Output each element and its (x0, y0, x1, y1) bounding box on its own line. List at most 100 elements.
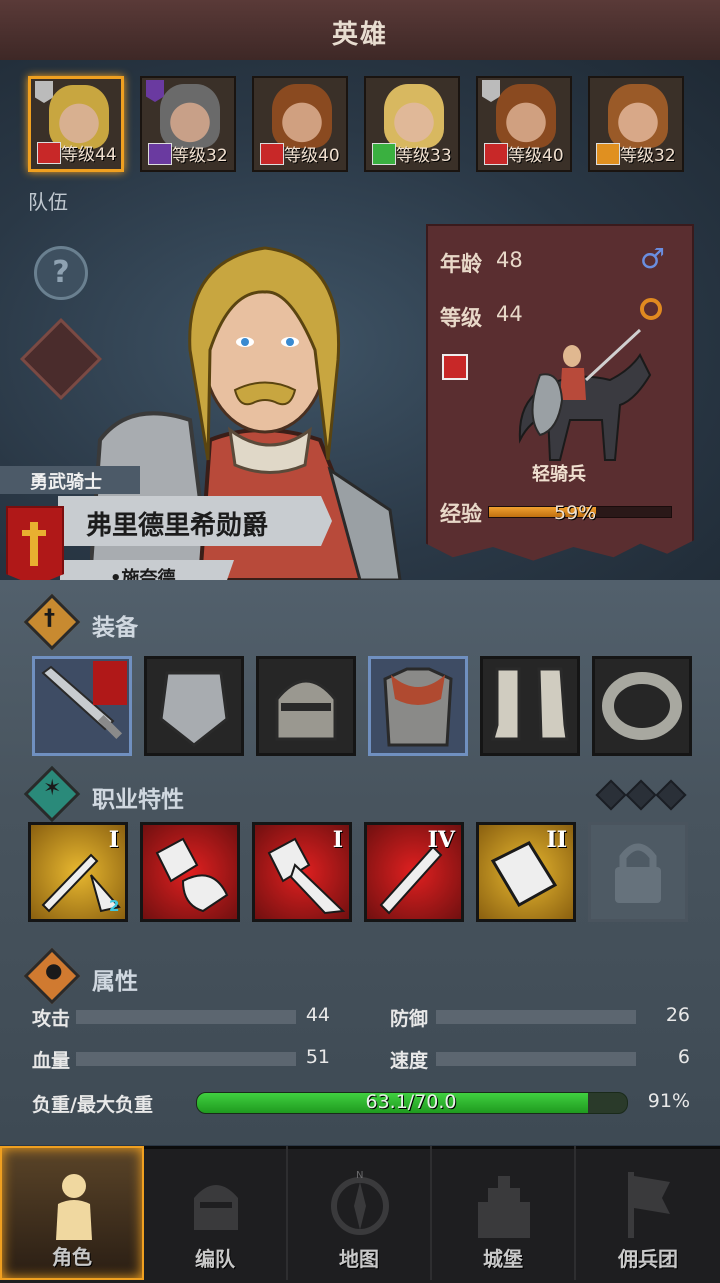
helmet-icon (275, 679, 337, 741)
roster-level: 等级32 (172, 146, 228, 166)
trait-slot-1[interactable]: I 2 (28, 822, 128, 922)
roster-level: 等级32 (620, 146, 676, 166)
nav-label: 角色 (52, 1245, 92, 1269)
trait-slot-3[interactable]: I (252, 822, 352, 922)
roster-hero-3[interactable]: 等级40 (252, 76, 348, 172)
trait-rank: I (332, 827, 343, 853)
weight-percent: 91% (647, 1090, 690, 1112)
trait-rank: IV (427, 827, 455, 853)
nav-label: 编队 (195, 1247, 235, 1271)
class-traits-title: 职业特性 (92, 787, 184, 813)
mage-class-icon (148, 143, 172, 165)
weight-label: 负重/最大负重 (32, 1094, 153, 1116)
equip-slot-armor[interactable] (368, 656, 468, 756)
cross-icon: † (44, 606, 55, 631)
cavalry-class-icon (260, 143, 284, 165)
nav-castle[interactable]: 城堡 (432, 1146, 576, 1280)
speed-bar (436, 1052, 636, 1066)
roster-hero-1[interactable]: 等级44 (28, 76, 124, 172)
cavalry-class-icon (442, 354, 468, 380)
roster-hero-4[interactable]: 等级33 (364, 76, 460, 172)
attack-bar (76, 1010, 296, 1024)
trait-slot-2[interactable] (140, 822, 240, 922)
nav-formation[interactable]: 编队 (144, 1146, 288, 1280)
defense-bar (436, 1010, 636, 1024)
age-value: 48 (496, 248, 523, 272)
roster-hero-6[interactable]: 等级32 (588, 76, 684, 172)
trait-break-icon (155, 837, 229, 913)
screen-title: 英雄 (331, 20, 388, 50)
roster-level: 等级33 (396, 146, 452, 166)
trait-slot-4[interactable]: IV (364, 822, 464, 922)
hp-value: 51 (305, 1046, 330, 1068)
weight-value: 63.1/70.0 (365, 1091, 457, 1113)
ring-icon[interactable] (640, 298, 662, 320)
boots-icon (491, 667, 569, 741)
ring-icon (602, 672, 682, 740)
light-cavalry-unit-image (518, 328, 652, 461)
castle-icon (478, 1176, 530, 1238)
knight-icon (56, 1174, 92, 1240)
help-button[interactable]: ? (34, 246, 88, 300)
hero-face-avatar (272, 84, 332, 148)
hero-face-avatar (608, 84, 668, 148)
nav-map[interactable]: N 地图 (288, 1146, 432, 1280)
speed-value: 6 (677, 1046, 690, 1068)
hero-title: 勇武骑士 (30, 472, 102, 493)
roster-level: 等级40 (284, 146, 340, 166)
unit-type-label: 轻骑兵 (532, 464, 586, 485)
banner-icon (628, 1172, 670, 1238)
roster-level: 等级44 (61, 145, 117, 165)
exp-label: 经验 (440, 502, 482, 526)
trait-slot-locked[interactable] (588, 822, 688, 922)
speed-label: 速度 (390, 1050, 429, 1072)
trait-rank: I (108, 827, 119, 853)
trait-slot-5[interactable]: II (476, 822, 576, 922)
lock-icon (615, 843, 661, 903)
defender-class-icon (596, 143, 620, 165)
ranger-class-icon (372, 143, 396, 165)
exp-percent: 59% (554, 502, 597, 524)
nav-label: 城堡 (483, 1247, 523, 1271)
level-label: 等级 (440, 306, 482, 330)
hero-name: 弗里德里希勋爵 (86, 511, 269, 541)
equip-slot-helmet[interactable] (256, 656, 356, 756)
hero-name-plate[interactable]: 弗里德里希勋爵 (58, 496, 332, 546)
hero-face-avatar (160, 84, 220, 148)
nav-character[interactable]: 角色 (0, 1146, 144, 1280)
attack-label: 攻击 (32, 1008, 71, 1030)
hero-face-avatar (496, 84, 556, 148)
nav-label: 佣兵团 (618, 1247, 678, 1271)
roster-hero-2[interactable]: 等级32 (140, 76, 236, 172)
age-label: 年龄 (440, 252, 482, 276)
svg-text:N: N (356, 1170, 363, 1181)
trait-badge: 2 (109, 897, 120, 915)
armor-icon (383, 667, 453, 747)
screen-header: 英雄 (0, 0, 720, 63)
nav-mercenary[interactable]: 佣兵团 (576, 1146, 720, 1280)
person-icon: ● (45, 958, 63, 982)
attributes-title: 属性 (92, 969, 138, 995)
team-label: 队伍 (28, 190, 68, 214)
equip-slot-shield[interactable] (144, 656, 244, 756)
house-banner-icon (93, 661, 127, 705)
hero-face-avatar (384, 84, 444, 148)
equip-slot-boots[interactable] (480, 656, 580, 756)
hp-bar (76, 1052, 296, 1066)
equipment-title: 装备 (92, 615, 138, 641)
nav-label: 地图 (339, 1247, 379, 1271)
defense-value: 26 (665, 1004, 690, 1026)
male-icon: ♂ (640, 242, 666, 275)
equip-slot-ring[interactable] (592, 656, 692, 756)
cavalry-class-icon (484, 143, 508, 165)
house-banner-icon (6, 506, 64, 586)
cavalry-class-icon (37, 142, 61, 164)
defense-label: 防御 (390, 1008, 429, 1030)
compass-icon: N (331, 1170, 389, 1235)
helmet-group-icon (194, 1185, 238, 1230)
star-icon: ✶ (43, 776, 62, 801)
equip-slot-weapon[interactable] (32, 656, 132, 756)
shield-icon (159, 671, 229, 747)
trait-rank: II (546, 827, 567, 853)
roster-hero-5[interactable]: 等级40 (476, 76, 572, 172)
